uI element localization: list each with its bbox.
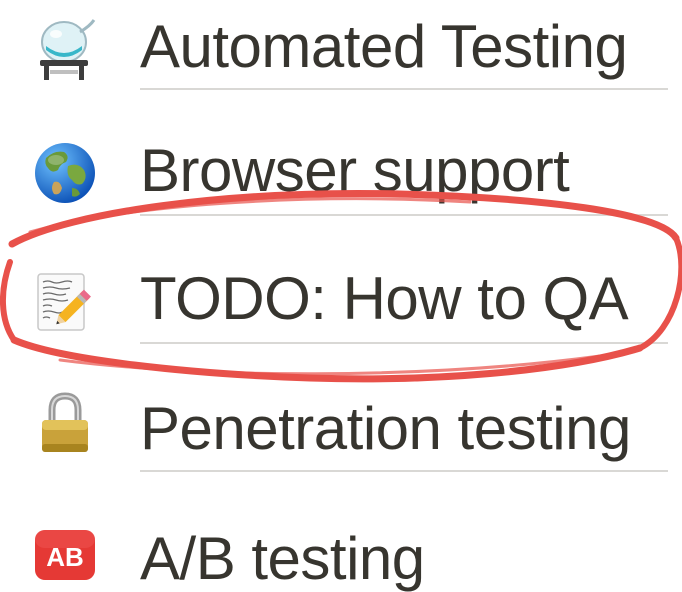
ab-button-icon: AB xyxy=(32,522,98,588)
page-link-penetration-testing[interactable]: Penetration testing xyxy=(0,368,682,478)
page-link-ab-testing[interactable]: AB A/B testing xyxy=(0,496,682,592)
globe-icon xyxy=(32,140,98,206)
page-link-list: Automated Testing Browser support TODO: … xyxy=(0,0,682,592)
ab-icon-text: AB xyxy=(46,542,84,572)
page-link-label: Automated Testing xyxy=(140,13,628,80)
page-link-label: Penetration testing xyxy=(140,395,631,462)
page-link-label: TODO: How to QA xyxy=(140,265,629,332)
page-link-label: A/B testing xyxy=(140,525,425,592)
page-link-browser-support[interactable]: Browser support xyxy=(0,118,682,228)
page-link-label: Browser support xyxy=(140,137,570,204)
link-underline xyxy=(140,214,668,216)
page-link-todo-how-to-qa[interactable]: TODO: How to QA xyxy=(0,250,682,360)
memo-pencil-icon xyxy=(32,268,98,334)
padlock-icon xyxy=(32,390,98,456)
test-tube-lab-icon xyxy=(32,16,98,82)
link-underline xyxy=(140,342,668,344)
link-underline xyxy=(140,470,668,472)
page-link-automated-testing[interactable]: Automated Testing xyxy=(0,0,682,110)
link-underline xyxy=(140,88,668,90)
